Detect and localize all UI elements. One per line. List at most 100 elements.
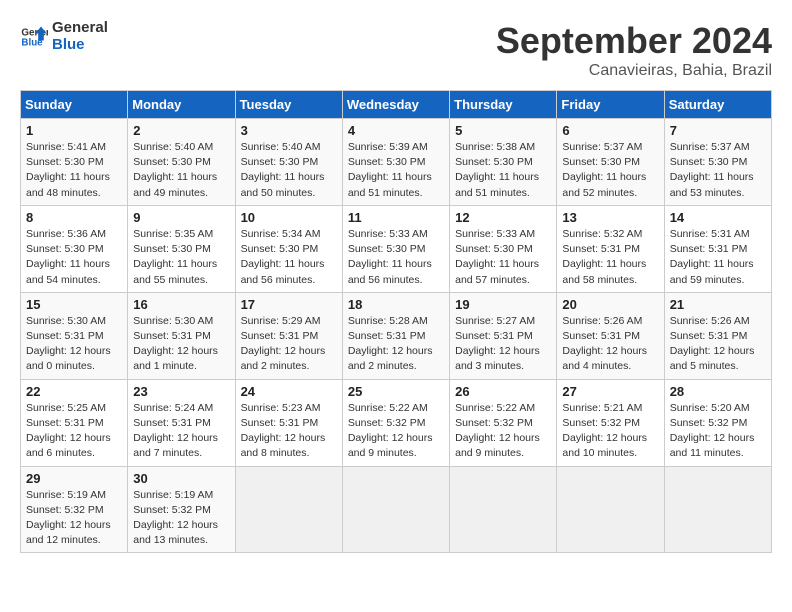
day-cell	[450, 466, 557, 553]
day-info: Sunrise: 5:37 AM Sunset: 5:30 PM Dayligh…	[562, 140, 658, 201]
calendar-table: SundayMondayTuesdayWednesdayThursdayFrid…	[20, 90, 772, 553]
day-cell: 1 Sunrise: 5:41 AM Sunset: 5:30 PM Daylig…	[21, 119, 128, 206]
location: Canavieiras, Bahia, Brazil	[496, 62, 772, 80]
logo: General Blue General Blue	[20, 20, 108, 53]
day-number: 9	[133, 210, 229, 225]
day-info: Sunrise: 5:34 AM Sunset: 5:30 PM Dayligh…	[241, 227, 337, 288]
day-cell: 9 Sunrise: 5:35 AM Sunset: 5:30 PM Daylig…	[128, 205, 235, 292]
day-cell: 21 Sunrise: 5:26 AM Sunset: 5:31 PM Dayli…	[664, 292, 771, 379]
day-number: 18	[348, 297, 444, 312]
weekday-header-tuesday: Tuesday	[235, 91, 342, 119]
day-info: Sunrise: 5:32 AM Sunset: 5:31 PM Dayligh…	[562, 227, 658, 288]
day-number: 13	[562, 210, 658, 225]
day-cell: 4 Sunrise: 5:39 AM Sunset: 5:30 PM Daylig…	[342, 119, 449, 206]
day-number: 27	[562, 384, 658, 399]
weekday-header-monday: Monday	[128, 91, 235, 119]
weekday-header-sunday: Sunday	[21, 91, 128, 119]
day-number: 7	[670, 123, 766, 138]
day-cell: 18 Sunrise: 5:28 AM Sunset: 5:31 PM Dayli…	[342, 292, 449, 379]
day-info: Sunrise: 5:20 AM Sunset: 5:32 PM Dayligh…	[670, 401, 766, 462]
page-header: General Blue General Blue September 2024…	[20, 20, 772, 80]
month-title: September 2024	[496, 20, 772, 62]
week-row-3: 15 Sunrise: 5:30 AM Sunset: 5:31 PM Dayli…	[21, 292, 772, 379]
day-cell: 15 Sunrise: 5:30 AM Sunset: 5:31 PM Dayli…	[21, 292, 128, 379]
day-info: Sunrise: 5:22 AM Sunset: 5:32 PM Dayligh…	[348, 401, 444, 462]
day-number: 23	[133, 384, 229, 399]
day-cell: 17 Sunrise: 5:29 AM Sunset: 5:31 PM Dayli…	[235, 292, 342, 379]
day-info: Sunrise: 5:28 AM Sunset: 5:31 PM Dayligh…	[348, 314, 444, 375]
day-info: Sunrise: 5:21 AM Sunset: 5:32 PM Dayligh…	[562, 401, 658, 462]
day-cell: 12 Sunrise: 5:33 AM Sunset: 5:30 PM Dayli…	[450, 205, 557, 292]
day-cell: 20Sunrise: 5:26 AM Sunset: 5:31 PM Dayli…	[557, 292, 664, 379]
day-info: Sunrise: 5:27 AM Sunset: 5:31 PM Dayligh…	[455, 314, 551, 375]
day-number: 4	[348, 123, 444, 138]
day-info: Sunrise: 5:38 AM Sunset: 5:30 PM Dayligh…	[455, 140, 551, 201]
day-number: 1	[26, 123, 122, 138]
day-info: Sunrise: 5:25 AM Sunset: 5:31 PM Dayligh…	[26, 401, 122, 462]
day-cell: 10 Sunrise: 5:34 AM Sunset: 5:30 PM Dayli…	[235, 205, 342, 292]
day-info: Sunrise: 5:24 AM Sunset: 5:31 PM Dayligh…	[133, 401, 229, 462]
day-cell: 8Sunrise: 5:36 AM Sunset: 5:30 PM Daylig…	[21, 205, 128, 292]
day-cell: 11 Sunrise: 5:33 AM Sunset: 5:30 PM Dayli…	[342, 205, 449, 292]
day-info: Sunrise: 5:37 AM Sunset: 5:30 PM Dayligh…	[670, 140, 766, 201]
day-number: 19	[455, 297, 551, 312]
day-number: 15	[26, 297, 122, 312]
day-info: Sunrise: 5:19 AM Sunset: 5:32 PM Dayligh…	[26, 488, 122, 549]
day-info: Sunrise: 5:30 AM Sunset: 5:31 PM Dayligh…	[26, 314, 122, 375]
day-cell: 23 Sunrise: 5:24 AM Sunset: 5:31 PM Dayli…	[128, 379, 235, 466]
day-info: Sunrise: 5:33 AM Sunset: 5:30 PM Dayligh…	[455, 227, 551, 288]
day-info: Sunrise: 5:35 AM Sunset: 5:30 PM Dayligh…	[133, 227, 229, 288]
day-number: 30	[133, 471, 229, 486]
day-info: Sunrise: 5:29 AM Sunset: 5:31 PM Dayligh…	[241, 314, 337, 375]
day-cell: 2 Sunrise: 5:40 AM Sunset: 5:30 PM Daylig…	[128, 119, 235, 206]
day-number: 6	[562, 123, 658, 138]
week-row-4: 22 Sunrise: 5:25 AM Sunset: 5:31 PM Dayli…	[21, 379, 772, 466]
week-row-1: 1 Sunrise: 5:41 AM Sunset: 5:30 PM Daylig…	[21, 119, 772, 206]
day-info: Sunrise: 5:41 AM Sunset: 5:30 PM Dayligh…	[26, 140, 122, 201]
day-info: Sunrise: 5:31 AM Sunset: 5:31 PM Dayligh…	[670, 227, 766, 288]
day-number: 3	[241, 123, 337, 138]
day-info: Sunrise: 5:40 AM Sunset: 5:30 PM Dayligh…	[133, 140, 229, 201]
day-info: Sunrise: 5:39 AM Sunset: 5:30 PM Dayligh…	[348, 140, 444, 201]
day-number: 16	[133, 297, 229, 312]
day-cell: 25 Sunrise: 5:22 AM Sunset: 5:32 PM Dayli…	[342, 379, 449, 466]
day-cell: 26 Sunrise: 5:22 AM Sunset: 5:32 PM Dayli…	[450, 379, 557, 466]
day-cell: 3 Sunrise: 5:40 AM Sunset: 5:30 PM Daylig…	[235, 119, 342, 206]
day-cell: 7 Sunrise: 5:37 AM Sunset: 5:30 PM Daylig…	[664, 119, 771, 206]
day-number: 10	[241, 210, 337, 225]
day-cell: 16 Sunrise: 5:30 AM Sunset: 5:31 PM Dayli…	[128, 292, 235, 379]
day-cell: 6 Sunrise: 5:37 AM Sunset: 5:30 PM Daylig…	[557, 119, 664, 206]
weekday-header-friday: Friday	[557, 91, 664, 119]
day-number: 21	[670, 297, 766, 312]
day-number: 26	[455, 384, 551, 399]
day-number: 22	[26, 384, 122, 399]
day-cell: 24Sunrise: 5:23 AM Sunset: 5:31 PM Dayli…	[235, 379, 342, 466]
day-cell: 22 Sunrise: 5:25 AM Sunset: 5:31 PM Dayli…	[21, 379, 128, 466]
day-number: 2	[133, 123, 229, 138]
day-cell: 30Sunrise: 5:19 AM Sunset: 5:32 PM Dayli…	[128, 466, 235, 553]
day-cell: 13 Sunrise: 5:32 AM Sunset: 5:31 PM Dayli…	[557, 205, 664, 292]
day-number: 25	[348, 384, 444, 399]
day-info: Sunrise: 5:33 AM Sunset: 5:30 PM Dayligh…	[348, 227, 444, 288]
day-number: 28	[670, 384, 766, 399]
day-cell: 5Sunrise: 5:38 AM Sunset: 5:30 PM Daylig…	[450, 119, 557, 206]
weekday-header-row: SundayMondayTuesdayWednesdayThursdayFrid…	[21, 91, 772, 119]
day-number: 8	[26, 210, 122, 225]
day-number: 12	[455, 210, 551, 225]
day-number: 11	[348, 210, 444, 225]
logo-icon: General Blue	[20, 23, 48, 51]
day-cell: 29 Sunrise: 5:19 AM Sunset: 5:32 PM Dayli…	[21, 466, 128, 553]
day-info: Sunrise: 5:40 AM Sunset: 5:30 PM Dayligh…	[241, 140, 337, 201]
week-row-5: 29 Sunrise: 5:19 AM Sunset: 5:32 PM Dayli…	[21, 466, 772, 553]
day-cell	[557, 466, 664, 553]
day-cell	[342, 466, 449, 553]
day-cell: 27 Sunrise: 5:21 AM Sunset: 5:32 PM Dayli…	[557, 379, 664, 466]
day-info: Sunrise: 5:26 AM Sunset: 5:31 PM Dayligh…	[670, 314, 766, 375]
day-number: 17	[241, 297, 337, 312]
day-number: 29	[26, 471, 122, 486]
day-number: 14	[670, 210, 766, 225]
weekday-header-saturday: Saturday	[664, 91, 771, 119]
day-info: Sunrise: 5:30 AM Sunset: 5:31 PM Dayligh…	[133, 314, 229, 375]
day-info: Sunrise: 5:22 AM Sunset: 5:32 PM Dayligh…	[455, 401, 551, 462]
day-info: Sunrise: 5:26 AM Sunset: 5:31 PM Dayligh…	[562, 314, 658, 375]
